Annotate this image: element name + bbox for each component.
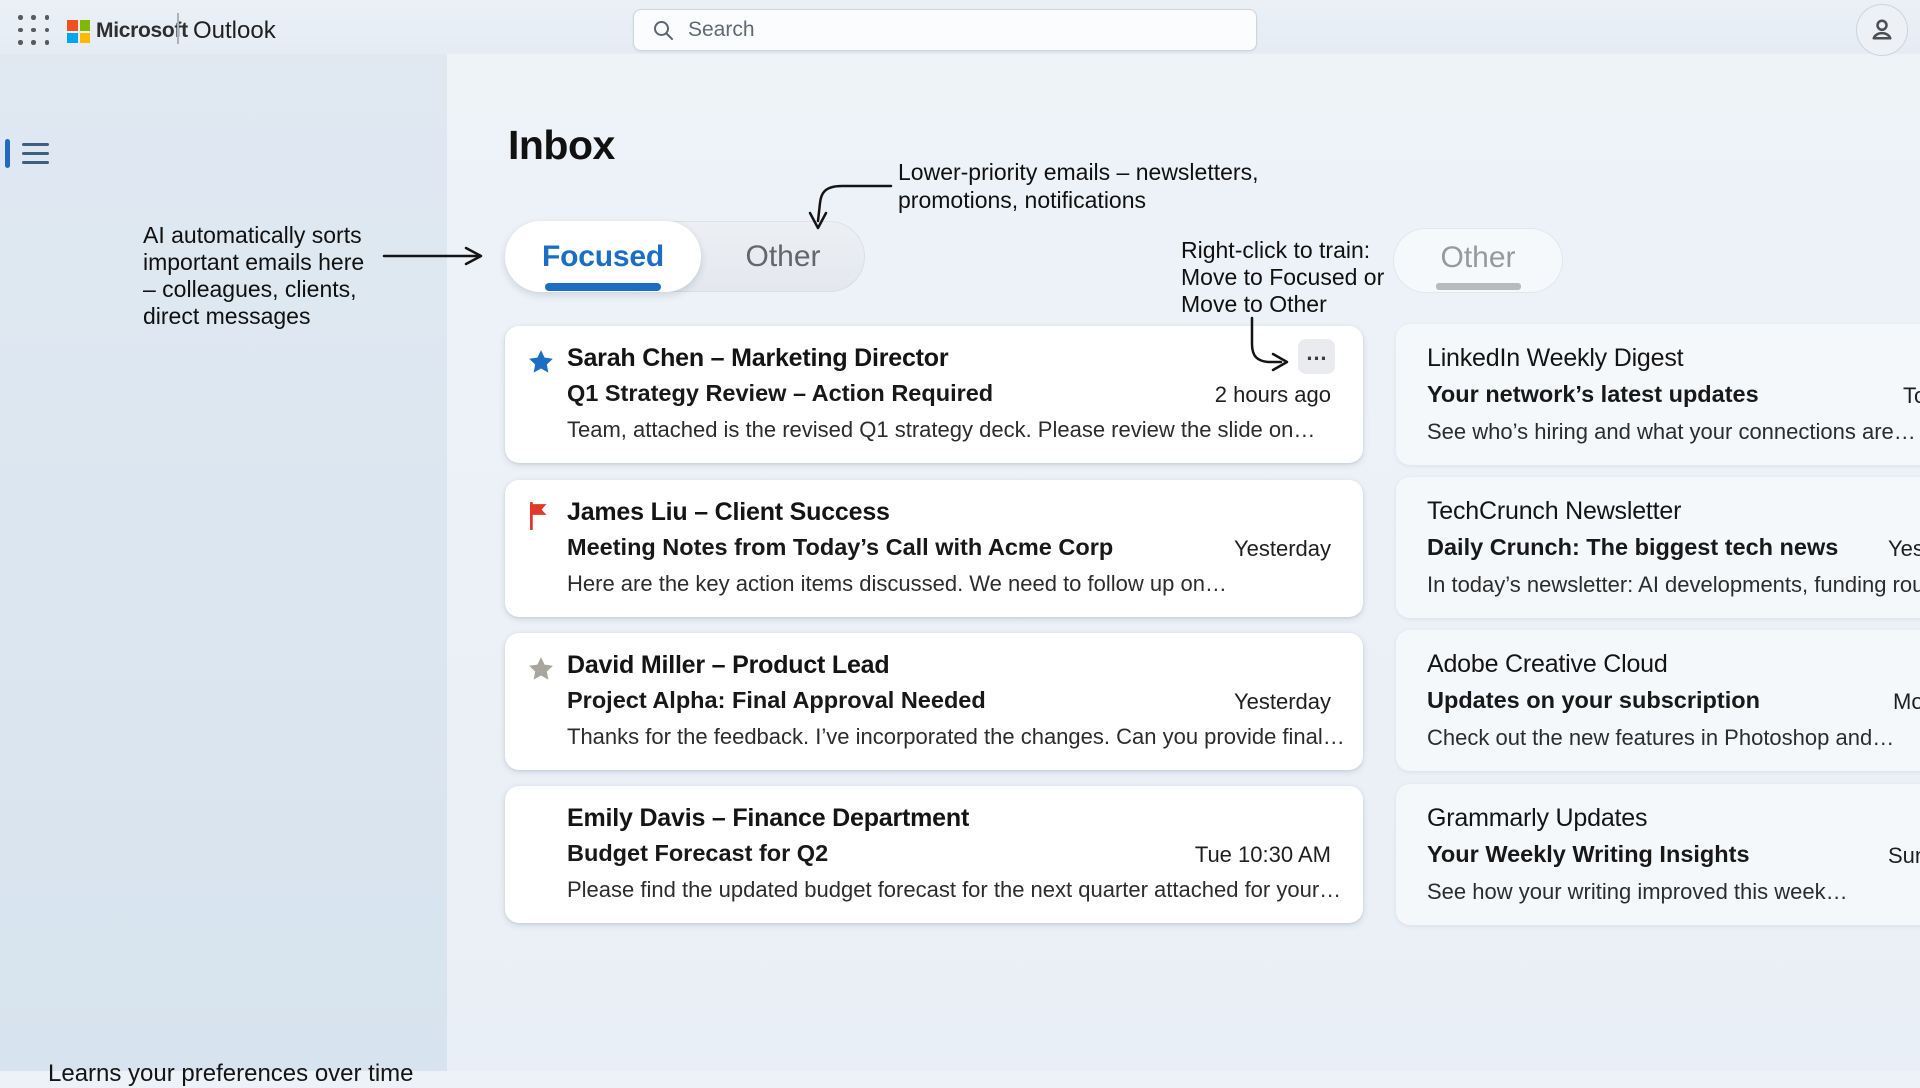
email-sender: TechCrunch Newsletter [1427, 497, 1681, 526]
annotation-train-note: Right-click to train: Move to Focused or… [1181, 237, 1384, 318]
other-column-underline [1436, 283, 1521, 290]
star-icon[interactable] [527, 655, 555, 683]
flag-icon[interactable] [527, 502, 555, 530]
tab-focused-active-underline [545, 283, 661, 291]
email-subject: Your network’s latest updates [1427, 381, 1759, 408]
email-subject: Meeting Notes from Today’s Call with Acm… [567, 534, 1113, 561]
email-preview: Check out the new features in Photoshop … [1427, 725, 1894, 751]
email-time: Sun [1888, 843, 1920, 869]
nav-selection-indicator [5, 139, 10, 168]
annotation-focused-note: AI automatically sorts important emails … [143, 222, 364, 330]
email-subject: Q1 Strategy Review – Action Required [567, 380, 993, 407]
microsoft-logo-icon [67, 20, 90, 43]
sidebar: Learns your preferences over time [0, 54, 447, 1071]
tab-other-label: Other [745, 240, 820, 274]
email-preview: In today’s newsletter: AI developments, … [1427, 572, 1920, 598]
footer-note: Learns your preferences over time [48, 1060, 414, 1088]
tab-other[interactable]: Other [701, 221, 865, 292]
email-time: 2 hours ago [1215, 382, 1331, 408]
email-list-item[interactable]: LinkedIn Weekly Digest Your network’s la… [1396, 324, 1920, 465]
divider [177, 13, 179, 44]
email-sender: James Liu – Client Success [567, 498, 890, 527]
email-list-item[interactable]: Grammarly Updates Your Weekly Writing In… [1396, 784, 1920, 925]
email-list-item[interactable]: David Miller – Product Lead Project Alph… [505, 633, 1363, 770]
email-sender: David Miller – Product Lead [567, 651, 889, 680]
email-subject: Budget Forecast for Q2 [567, 840, 828, 867]
email-preview: Here are the key action items discussed.… [567, 571, 1227, 597]
email-list-item[interactable]: Sarah Chen – Marketing Director Q1 Strat… [505, 326, 1363, 463]
app-name: Outlook [193, 17, 276, 45]
email-preview: Thanks for the feedback. I’ve incorporat… [567, 724, 1345, 750]
email-list-item[interactable]: Adobe Creative Cloud Updates on your sub… [1396, 630, 1920, 771]
annotation-other-note: Lower-priority emails – newsletters, pro… [898, 158, 1258, 214]
page-title: Inbox [508, 122, 615, 169]
email-sender: Adobe Creative Cloud [1427, 650, 1668, 679]
email-list-item[interactable]: TechCrunch Newsletter Daily Crunch: The … [1396, 477, 1920, 618]
email-time: Mon [1893, 689, 1920, 715]
email-time: Yesterday [1234, 689, 1331, 715]
email-list-item[interactable]: Emily Davis – Finance Department Budget … [505, 786, 1363, 923]
other-column-header[interactable]: Other [1393, 228, 1563, 293]
search-input[interactable] [688, 18, 1228, 42]
email-time: Yesterday [1234, 536, 1331, 562]
email-time: Tue 10:30 AM [1195, 842, 1331, 868]
search-box[interactable] [633, 9, 1257, 51]
brand-name: Microsoft [96, 19, 188, 43]
email-time: Yest [1888, 536, 1920, 562]
top-bar: Microsoft Outlook [0, 0, 1920, 54]
email-subject: Project Alpha: Final Approval Needed [567, 687, 986, 714]
menu-icon[interactable] [22, 143, 50, 167]
account-avatar-icon[interactable] [1856, 4, 1908, 56]
tab-focused[interactable]: Focused [505, 221, 701, 292]
more-options-button[interactable]: … [1298, 339, 1335, 374]
app-launcher-icon[interactable] [18, 15, 52, 47]
email-list-item[interactable]: James Liu – Client Success Meeting Notes… [505, 480, 1363, 617]
email-sender: Emily Davis – Finance Department [567, 804, 969, 833]
email-subject: Updates on your subscription [1427, 687, 1760, 714]
inbox-tab-group: Focused Other [505, 221, 865, 292]
email-preview: Please find the updated budget forecast … [567, 877, 1341, 903]
outlook-inbox-screen: { "topbar": { "brand": "Microsoft", "app… [0, 0, 1920, 1071]
email-preview: Team, attached is the revised Q1 strateg… [567, 417, 1315, 443]
email-sender: LinkedIn Weekly Digest [1427, 344, 1683, 373]
other-column-label: Other [1440, 241, 1515, 275]
email-preview: See who’s hiring and what your connectio… [1427, 419, 1916, 445]
tab-focused-label: Focused [542, 240, 664, 274]
email-time: To [1903, 383, 1920, 409]
email-preview: See how your writing improved this week… [1427, 879, 1848, 905]
search-icon [652, 19, 674, 41]
email-sender: Sarah Chen – Marketing Director [567, 344, 948, 373]
email-sender: Grammarly Updates [1427, 804, 1647, 833]
email-subject: Your Weekly Writing Insights [1427, 841, 1750, 868]
email-subject: Daily Crunch: The biggest tech news [1427, 534, 1838, 561]
star-icon[interactable] [527, 348, 555, 376]
